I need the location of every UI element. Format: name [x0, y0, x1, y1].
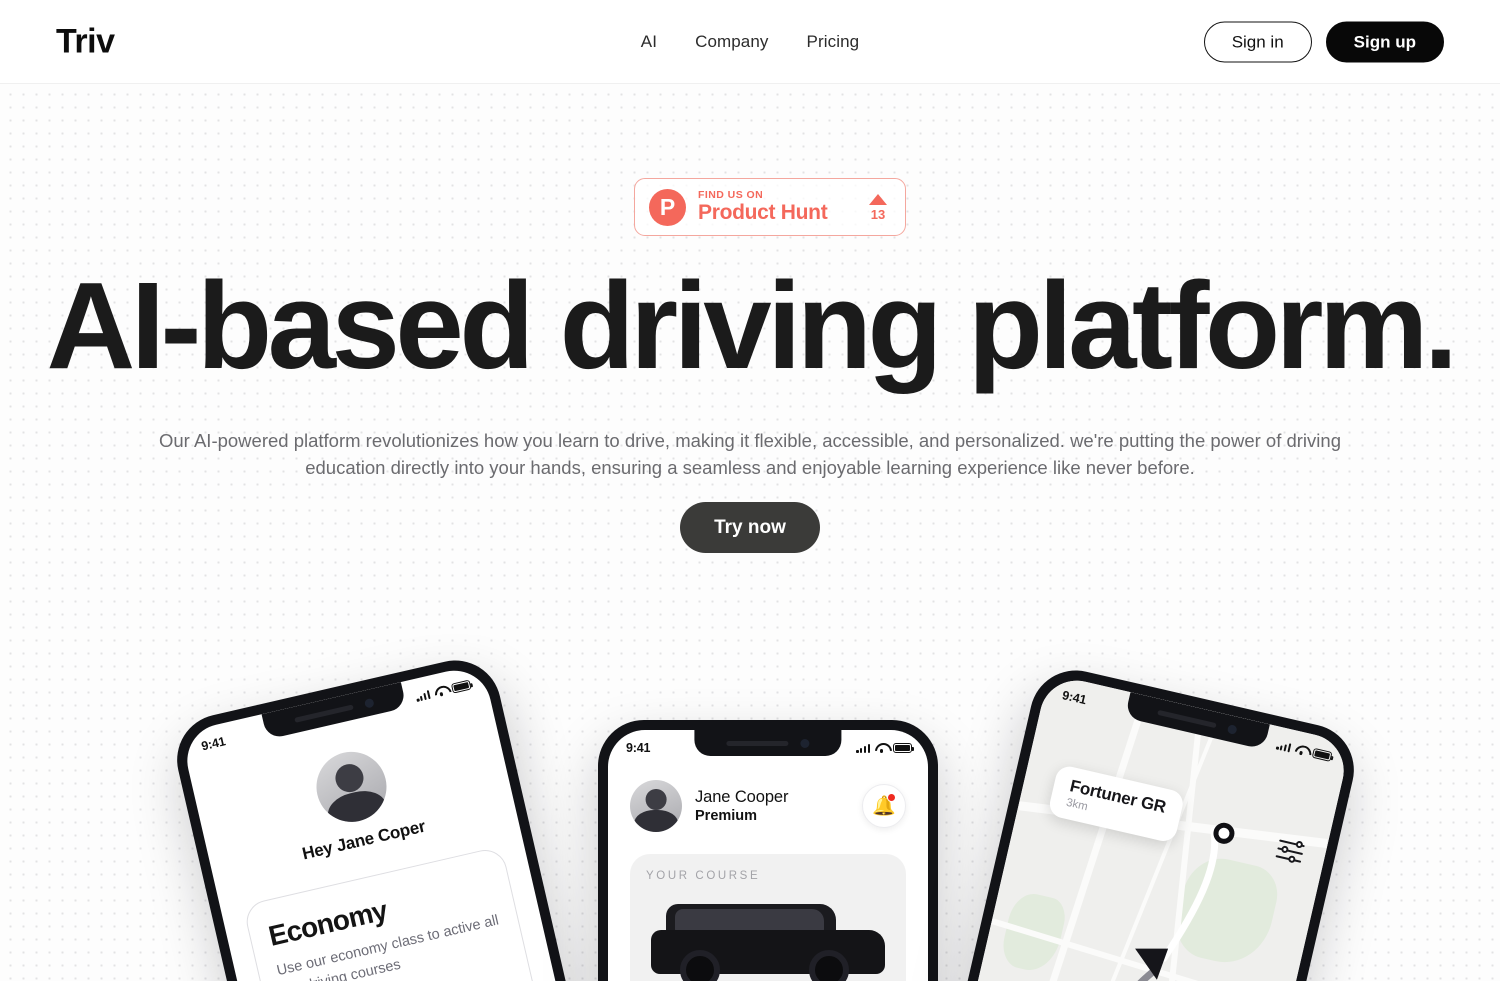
sign-up-button[interactable]: Sign up — [1325, 21, 1444, 62]
battery-icon — [450, 679, 472, 694]
avatar[interactable] — [630, 780, 682, 832]
battery-icon — [893, 743, 915, 753]
hero-section: P FIND US ON Product Hunt 13 AI-based dr… — [0, 84, 1500, 981]
wifi-icon — [433, 685, 448, 698]
user-plan: Premium — [695, 808, 758, 824]
status-time: 9:41 — [200, 734, 227, 754]
user-identity: Jane Cooper Premium — [695, 788, 849, 824]
phone-center-statusbar: 9:41 — [608, 730, 928, 760]
phone-right-screen: Fortuner GR 3km ⚲ 🔊 — [904, 673, 1352, 981]
main-nav: AI Company Pricing — [641, 32, 859, 52]
sign-in-button[interactable]: Sign in — [1203, 21, 1312, 62]
signal-icon — [1275, 740, 1292, 753]
notification-dot-badge — [887, 793, 896, 802]
car-illustration — [646, 898, 890, 981]
auth-actions: Sign in Sign up — [1203, 21, 1444, 62]
status-time: 9:41 — [626, 741, 651, 755]
status-icons — [856, 743, 915, 753]
course-card[interactable]: YOUR COURSE Driving Test Course — [630, 854, 906, 981]
avatar — [309, 744, 394, 829]
signal-icon — [415, 689, 431, 702]
nav-item-company[interactable]: Company — [695, 32, 768, 52]
phone-mockups: 9:41 Hey Jane Coper Economy Use our econ… — [0, 84, 1500, 981]
greeting-text: Hey Jane Coper — [300, 816, 428, 864]
nav-item-pricing[interactable]: Pricing — [807, 32, 860, 52]
phone-mockup-left: 9:41 Hey Jane Coper Economy Use our econ… — [167, 651, 639, 981]
site-header: Triv AI Company Pricing Sign in Sign up — [0, 0, 1500, 84]
notification-bell-button[interactable]: 🔔 — [862, 784, 906, 828]
phone-mockup-center: 9:41 Jane Cooper Premium 🔔 YOUR COURSE — [598, 720, 938, 981]
user-name: Jane Cooper — [695, 788, 789, 806]
nav-item-ai[interactable]: AI — [641, 32, 657, 52]
signal-icon — [856, 743, 870, 753]
status-icons — [415, 679, 472, 702]
status-icons — [1275, 740, 1333, 762]
brand-logo[interactable]: Triv — [56, 22, 115, 61]
phone-center-screen: 9:41 Jane Cooper Premium 🔔 YOUR COURSE — [608, 730, 928, 981]
status-time: 9:41 — [1060, 688, 1088, 708]
user-header: Jane Cooper Premium 🔔 — [630, 780, 906, 832]
phone-left-screen: 9:41 Hey Jane Coper Economy Use our econ… — [179, 663, 627, 981]
battery-icon — [1311, 747, 1333, 762]
phone-center-content: Jane Cooper Premium 🔔 YOUR COURSE — [608, 766, 928, 981]
phone-mockup-right: Fortuner GR 3km ⚲ 🔊 — [892, 661, 1364, 981]
wifi-icon — [875, 743, 888, 753]
course-kicker: YOUR COURSE — [646, 870, 761, 882]
landing-page: Triv AI Company Pricing Sign in Sign up … — [0, 0, 1500, 981]
wifi-icon — [1294, 744, 1309, 757]
